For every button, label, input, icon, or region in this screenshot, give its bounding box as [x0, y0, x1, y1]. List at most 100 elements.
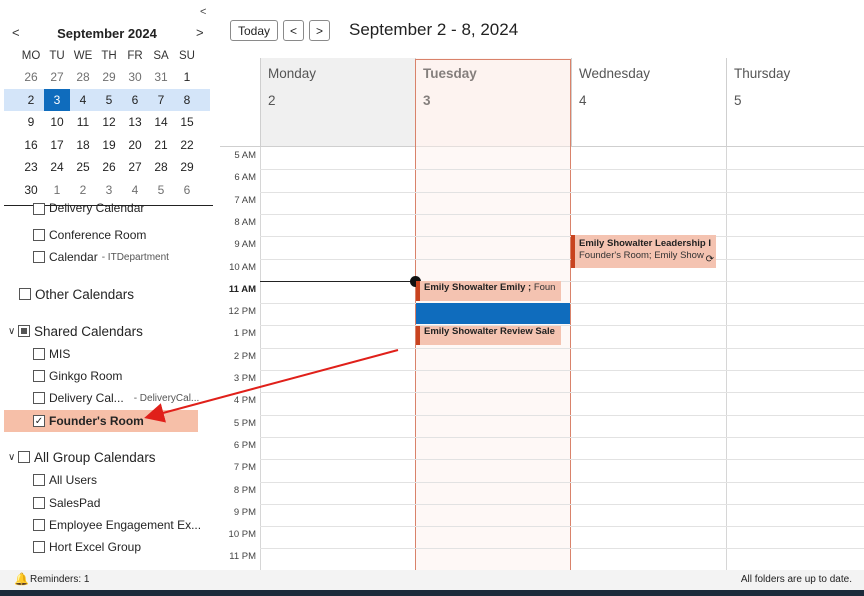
checkbox[interactable]	[33, 251, 45, 263]
time-grid[interactable]: 5 AM 6 AM 7 AM 8 AM 9 AM 10 AM 11 AM 12 PM 1 PM 2…	[220, 59, 864, 571]
mini-day[interactable]: 8	[174, 89, 200, 112]
checkbox[interactable]	[33, 203, 45, 215]
hour-gridline	[260, 481, 864, 483]
hour-label: 11 AM	[228, 283, 256, 295]
day-number: 4	[579, 93, 587, 108]
mini-day[interactable]: 9	[18, 111, 44, 134]
folder-delivery-calendar[interactable]: Delivery Calendar	[33, 203, 144, 215]
mini-day[interactable]: 22	[174, 134, 200, 157]
mini-day[interactable]: 13	[122, 111, 148, 134]
mini-day[interactable]: 26	[96, 156, 122, 179]
day-header-wednesday[interactable]: Wednesday 4	[571, 58, 726, 146]
mini-day[interactable]: 15	[174, 111, 200, 134]
weekday-label: MO	[21, 50, 41, 62]
mini-day[interactable]: 29	[96, 66, 122, 89]
mini-day[interactable]: 4	[70, 89, 96, 112]
group-label: Shared Calendars	[34, 323, 143, 339]
mini-day[interactable]: 27	[44, 66, 70, 89]
next-week-icon[interactable]: >	[309, 20, 330, 41]
calendar-toolbar: Today < > September 2 - 8, 2024	[220, 0, 864, 58]
group-other-calendars[interactable]: Other Calendars	[19, 284, 134, 304]
selected-time-slot[interactable]	[416, 303, 570, 324]
checkbox[interactable]	[33, 392, 45, 404]
prev-week-icon[interactable]: <	[283, 20, 304, 41]
mini-day[interactable]: 4	[122, 179, 148, 202]
checkbox[interactable]	[33, 370, 45, 382]
mini-day[interactable]: 31	[148, 66, 174, 89]
checkbox[interactable]	[33, 519, 45, 531]
event-tue-11am[interactable]: Emily Showalter Emily ; Foun	[416, 281, 561, 301]
folder-employee-engagement[interactable]: Employee Engagement Ex...	[33, 515, 201, 535]
mini-day[interactable]: 30	[122, 66, 148, 89]
mini-day[interactable]: 12	[96, 111, 122, 134]
folder-ginkgo-room[interactable]: Ginkgo Room	[33, 366, 122, 386]
mini-week-row-selected: 2 3 4 5 6 7 8	[4, 88, 210, 112]
mini-day[interactable]: 6	[174, 179, 200, 202]
folder-calendar-itdepartment[interactable]: Calendar - ITDepartment	[33, 247, 169, 267]
mini-day[interactable]: 5	[96, 89, 122, 112]
hour-gridline	[260, 436, 864, 438]
folder-mis[interactable]: MIS	[33, 344, 70, 364]
mini-day[interactable]: 28	[148, 156, 174, 179]
folder-salespad[interactable]: SalesPad	[33, 493, 100, 513]
folder-label: Conference Room	[49, 228, 147, 242]
folder-hort-excel-group[interactable]: Hort Excel Group	[33, 537, 141, 557]
mini-day[interactable]: 21	[148, 134, 174, 157]
folder-founders-room[interactable]: ✓ Founder's Room	[4, 410, 198, 432]
mini-day[interactable]: 3	[96, 179, 122, 202]
day-header-thursday[interactable]: Thursday 5	[726, 58, 864, 146]
mini-day[interactable]: 28	[70, 66, 96, 89]
day-number: 5	[734, 93, 742, 108]
today-button[interactable]: Today	[230, 20, 278, 41]
mini-day[interactable]: 24	[44, 156, 70, 179]
mini-day[interactable]: 17	[44, 134, 70, 157]
chevron-down-icon[interactable]: ∨	[8, 452, 16, 463]
mini-day[interactable]: 1	[44, 179, 70, 202]
mini-day[interactable]: 25	[70, 156, 96, 179]
folder-conference-room[interactable]: Conference Room	[33, 225, 146, 245]
checkbox[interactable]	[33, 348, 45, 360]
mini-day[interactable]: 23	[18, 156, 44, 179]
status-bar: 🔔 Reminders: 1 All folders are up to dat…	[0, 570, 864, 590]
mini-day[interactable]: 16	[18, 134, 44, 157]
collapse-pane-icon[interactable]: <	[200, 6, 206, 18]
event-review-sale[interactable]: Emily Showalter Review Sale	[416, 326, 561, 345]
checkbox[interactable]	[18, 451, 30, 463]
mini-week-row: 9 10 11 12 13 14 15	[4, 111, 210, 134]
checkbox-checked[interactable]: ✓	[33, 415, 45, 427]
mini-day[interactable]: 2	[70, 179, 96, 202]
group-shared-calendars[interactable]: ∨ Shared Calendars	[8, 321, 143, 341]
checkbox[interactable]	[33, 474, 45, 486]
group-all-group-calendars[interactable]: ∨ All Group Calendars	[8, 447, 156, 467]
checkbox[interactable]	[19, 288, 31, 300]
mini-day[interactable]: 7	[148, 89, 174, 112]
mini-day[interactable]: 10	[44, 111, 70, 134]
mini-day-today[interactable]: 3	[44, 88, 70, 111]
mini-day[interactable]: 11	[70, 111, 96, 134]
mini-day[interactable]: 1	[174, 66, 200, 89]
event-leadership[interactable]: Emily Showalter Leadership I Founder's R…	[571, 235, 716, 268]
chevron-down-icon[interactable]: ∨	[8, 326, 16, 337]
mini-day[interactable]: 29	[174, 156, 200, 179]
checkbox[interactable]	[33, 497, 45, 509]
folder-all-users[interactable]: All Users	[33, 470, 97, 490]
mini-day[interactable]: 30	[18, 179, 44, 202]
mini-day[interactable]: 27	[122, 156, 148, 179]
mini-day[interactable]: 6	[122, 89, 148, 112]
reminders-count[interactable]: Reminders: 1	[30, 574, 89, 585]
mini-day[interactable]: 14	[148, 111, 174, 134]
checkbox[interactable]	[33, 541, 45, 553]
bell-icon[interactable]: 🔔	[14, 572, 29, 586]
mini-day[interactable]: 26	[18, 66, 44, 89]
mini-day[interactable]: 18	[70, 134, 96, 157]
mini-day[interactable]: 20	[122, 134, 148, 157]
mini-day[interactable]: 2	[18, 89, 44, 112]
mini-next-month-icon[interactable]: >	[196, 25, 204, 40]
day-name: Monday	[268, 66, 317, 81]
day-header-monday[interactable]: Monday 2	[260, 58, 415, 146]
mini-day[interactable]: 5	[148, 179, 174, 202]
checkbox[interactable]	[33, 229, 45, 241]
mini-day[interactable]: 19	[96, 134, 122, 157]
checkbox-partial[interactable]	[18, 325, 30, 337]
folder-delivery-cal[interactable]: Delivery Cal... - DeliveryCal...	[33, 388, 199, 408]
